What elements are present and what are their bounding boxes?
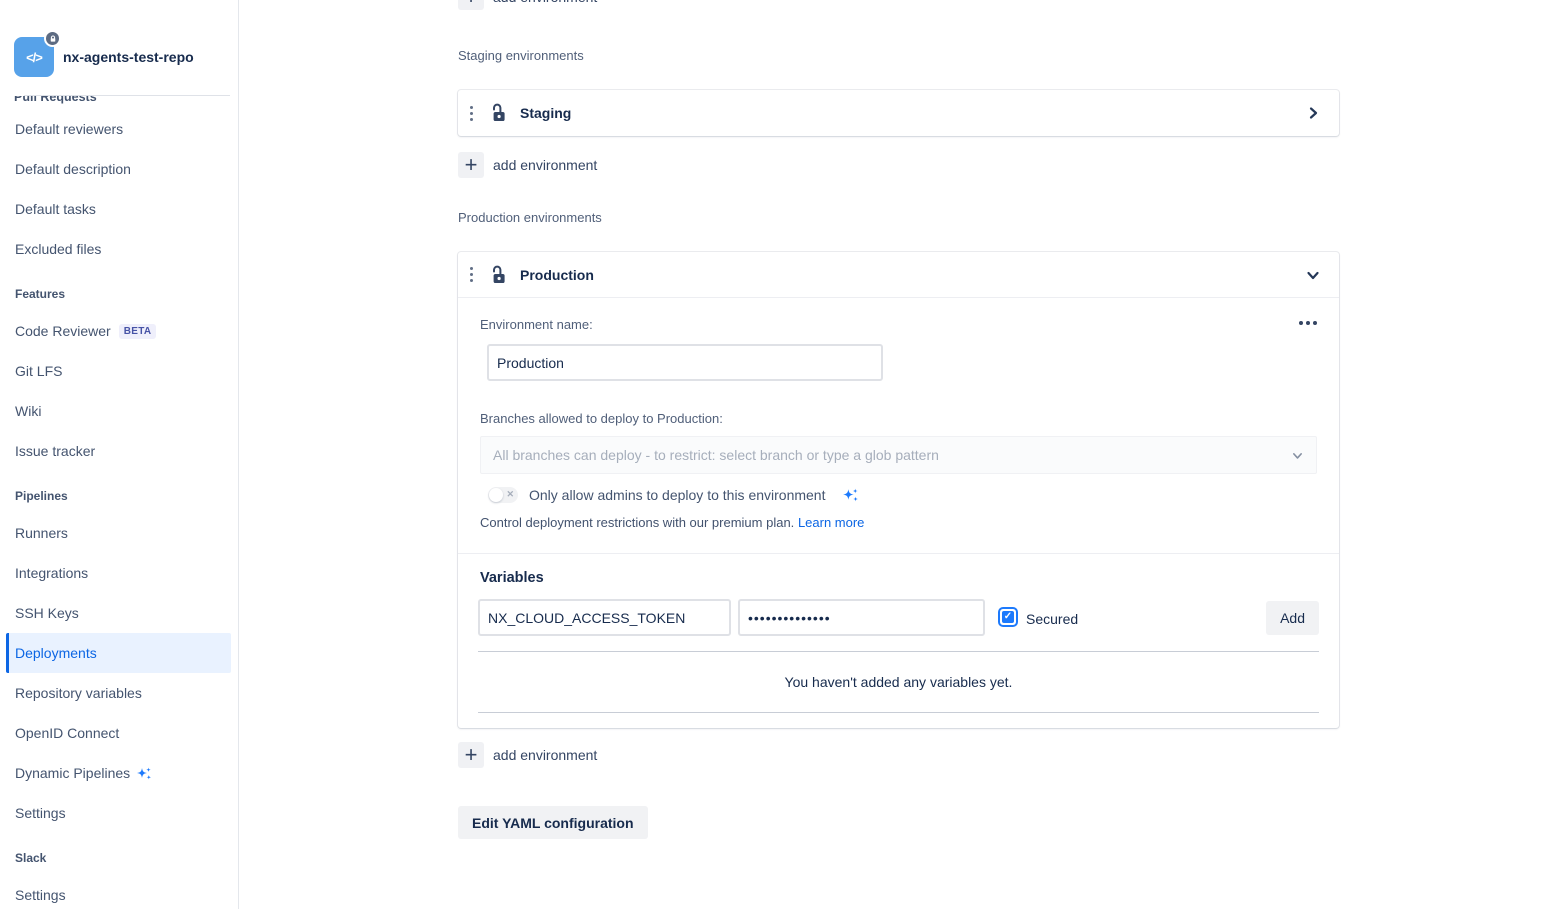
sidebar-item-runners[interactable]: Runners bbox=[0, 513, 231, 553]
premium-plan-text: Control deployment restrictions with our… bbox=[480, 515, 794, 530]
sidebar-item-ssh-keys[interactable]: SSH Keys bbox=[0, 593, 231, 633]
environment-name-input[interactable] bbox=[487, 344, 883, 381]
sidebar-item-excluded-files[interactable]: Excluded files bbox=[0, 229, 231, 269]
drag-handle-icon[interactable] bbox=[468, 102, 475, 125]
add-environment-button-production[interactable]: + add environment bbox=[458, 742, 597, 768]
staging-environments-label: Staging environments bbox=[458, 48, 584, 63]
sidebar-item-slack-settings[interactable]: Settings bbox=[0, 875, 231, 915]
sidebar-section-slack: Slack bbox=[0, 833, 231, 875]
variable-value-input[interactable] bbox=[738, 599, 985, 636]
admin-deploy-toggle-label: Only allow admins to deploy to this envi… bbox=[529, 487, 825, 503]
branches-select[interactable]: All branches can deploy - to restrict: s… bbox=[480, 436, 1317, 474]
sidebar-item-default-tasks[interactable]: Default tasks bbox=[0, 189, 231, 229]
sidebar-item-repository-variables[interactable]: Repository variables bbox=[0, 673, 231, 713]
admin-deploy-toggle-row: ✕ Only allow admins to deploy to this en… bbox=[488, 487, 860, 503]
sidebar-nav: Default reviewers Default description De… bbox=[0, 109, 231, 915]
edit-yaml-configuration-button[interactable]: Edit YAML configuration bbox=[458, 806, 648, 839]
branches-select-placeholder: All branches can deploy - to restrict: s… bbox=[493, 447, 1291, 463]
chevron-right-icon[interactable] bbox=[1305, 105, 1321, 121]
sidebar-item-integrations[interactable]: Integrations bbox=[0, 553, 231, 593]
sidebar-item-code-reviewer[interactable]: Code Reviewer BETA bbox=[0, 311, 231, 351]
settings-sidebar: </> nx-agents-test-repo Pull Requests De… bbox=[0, 0, 239, 909]
variables-list-divider-bottom bbox=[478, 712, 1319, 713]
sidebar-item-dynamic-pipelines[interactable]: Dynamic Pipelines bbox=[0, 753, 231, 793]
deployments-settings-page: + add environment Staging environments S… bbox=[240, 0, 1555, 909]
unlock-icon bbox=[487, 103, 507, 123]
code-icon: </> bbox=[26, 50, 42, 65]
environment-name-label: Environment name: bbox=[480, 317, 593, 332]
sidebar-item-default-description[interactable]: Default description bbox=[0, 149, 231, 189]
variables-section-divider bbox=[458, 553, 1339, 554]
more-actions-icon[interactable] bbox=[1299, 321, 1317, 325]
learn-more-link[interactable]: Learn more bbox=[798, 515, 864, 530]
secured-checkbox-label: Secured bbox=[1026, 611, 1078, 627]
chevron-down-icon bbox=[1291, 449, 1304, 462]
sidebar-item-git-lfs[interactable]: Git LFS bbox=[0, 351, 231, 391]
add-environment-label: add environment bbox=[493, 0, 597, 5]
repo-avatar[interactable]: </> bbox=[14, 37, 54, 77]
add-environment-label: add environment bbox=[493, 747, 597, 763]
sidebar-section-pipelines: Pipelines bbox=[0, 471, 231, 513]
secured-checkbox[interactable]: ✓ bbox=[998, 607, 1018, 627]
ai-sparkle-icon bbox=[841, 487, 860, 503]
add-environment-button-top[interactable]: + add environment bbox=[458, 0, 597, 10]
sidebar-item-pipelines-settings[interactable]: Settings bbox=[0, 793, 231, 833]
sidebar-item-default-reviewers[interactable]: Default reviewers bbox=[0, 109, 231, 149]
branches-allowed-label: Branches allowed to deploy to Production… bbox=[480, 411, 723, 426]
plus-icon: + bbox=[458, 0, 484, 10]
unlock-icon bbox=[487, 265, 507, 285]
sidebar-item-openid-connect[interactable]: OpenID Connect bbox=[0, 713, 231, 753]
admin-deploy-toggle[interactable]: ✕ bbox=[488, 487, 518, 503]
variables-heading: Variables bbox=[480, 570, 544, 586]
production-card-header[interactable]: Production bbox=[458, 252, 1339, 298]
repo-name: nx-agents-test-repo bbox=[63, 49, 194, 65]
production-environments-label: Production environments bbox=[458, 210, 602, 225]
sidebar-item-wiki[interactable]: Wiki bbox=[0, 391, 231, 431]
premium-plan-note: Control deployment restrictions with our… bbox=[480, 515, 864, 530]
sidebar-item-issue-tracker[interactable]: Issue tracker bbox=[0, 431, 231, 471]
add-environment-label: add environment bbox=[493, 157, 597, 173]
add-variable-button[interactable]: Add bbox=[1266, 601, 1319, 635]
plus-icon: + bbox=[458, 152, 484, 178]
plus-icon: + bbox=[458, 742, 484, 768]
variables-list-divider-top bbox=[478, 651, 1319, 652]
toggle-knob bbox=[489, 488, 503, 502]
staging-environment-card: Staging bbox=[458, 90, 1339, 136]
variable-name-input[interactable] bbox=[478, 599, 731, 636]
staging-card-header[interactable]: Staging bbox=[458, 90, 1339, 136]
private-lock-badge bbox=[44, 30, 61, 47]
ai-sparkle-icon bbox=[135, 766, 153, 781]
lock-icon bbox=[49, 35, 57, 43]
empty-variables-message: You haven't added any variables yet. bbox=[458, 674, 1339, 690]
drag-handle-icon[interactable] bbox=[468, 263, 475, 286]
toggle-off-cross-icon: ✕ bbox=[506, 489, 514, 500]
sidebar-item-deployments[interactable]: Deployments bbox=[6, 633, 231, 673]
sidebar-section-features: Features bbox=[0, 269, 231, 311]
add-environment-button-staging[interactable]: + add environment bbox=[458, 152, 597, 178]
production-card-title: Production bbox=[520, 267, 594, 283]
beta-badge: BETA bbox=[119, 324, 157, 339]
staging-card-title: Staging bbox=[520, 105, 571, 121]
production-environment-card: Production Environment name: Branches al… bbox=[458, 252, 1339, 728]
section-pull-requests: Pull Requests bbox=[14, 96, 97, 106]
chevron-down-icon[interactable] bbox=[1305, 267, 1321, 283]
repo-header[interactable]: </> nx-agents-test-repo bbox=[14, 37, 194, 77]
check-icon: ✓ bbox=[1002, 611, 1014, 623]
